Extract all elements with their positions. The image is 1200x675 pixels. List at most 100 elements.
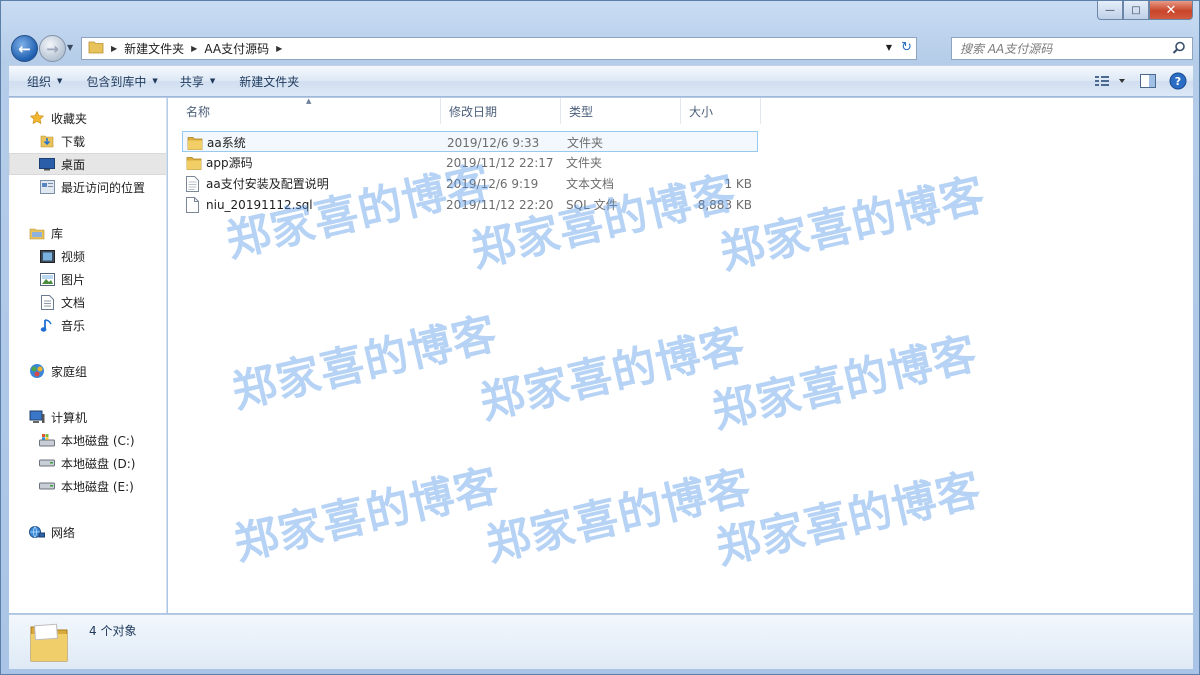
- maximize-button[interactable]: □: [1123, 1, 1149, 20]
- command-bar: 组织 ▼ 包含到库中 ▼ 共享 ▼ 新建文件夹 ?: [9, 65, 1193, 97]
- search-input[interactable]: 搜索 AA支付源码: [951, 37, 1193, 60]
- file-row[interactable]: aa支付安装及配置说明 2019/12/6 9:19 文本文档 1 KB: [182, 173, 758, 194]
- network-icon: [29, 524, 45, 540]
- nav-downloads[interactable]: 下载: [9, 130, 166, 152]
- breadcrumb-chevron-icon[interactable]: ▶: [276, 44, 282, 53]
- desktop-icon: [39, 156, 55, 172]
- nav-drive-c[interactable]: 本地磁盘 (C:): [9, 429, 166, 451]
- address-dropdown-icon[interactable]: ▼: [886, 43, 892, 52]
- include-in-library-button[interactable]: 包含到库中 ▼: [77, 66, 166, 96]
- breadcrumb-chevron-icon[interactable]: ▶: [111, 44, 117, 53]
- computer-icon: [29, 409, 45, 425]
- navigation-pane: 收藏夹 下载 桌面 最近访问的位置 库 视频 图片 文档 音乐 家庭组 计算机 …: [9, 98, 167, 613]
- preview-pane-icon[interactable]: [1137, 70, 1159, 92]
- column-header-date[interactable]: 修改日期: [441, 98, 561, 124]
- details-pane: 4 个对象: [9, 614, 1193, 669]
- star-icon: [29, 110, 45, 126]
- nav-label: 图片: [61, 272, 86, 287]
- breadcrumb-item[interactable]: 新建文件夹 ▶: [124, 40, 204, 57]
- breadcrumb-chevron-icon[interactable]: ▶: [191, 44, 197, 53]
- nav-libraries[interactable]: 库: [9, 222, 166, 244]
- nav-homegroup[interactable]: 家庭组: [9, 360, 166, 382]
- file-size: [682, 152, 752, 173]
- video-icon: [39, 248, 55, 264]
- back-button[interactable]: ←: [11, 35, 38, 62]
- nav-label: 下载: [61, 134, 86, 149]
- help-icon[interactable]: ?: [1167, 70, 1189, 92]
- nav-videos[interactable]: 视频: [9, 245, 166, 267]
- column-header-name[interactable]: 名称: [178, 98, 441, 124]
- nav-network[interactable]: 网络: [9, 521, 166, 543]
- homegroup-icon: [29, 363, 45, 379]
- share-button[interactable]: 共享 ▼: [171, 66, 224, 96]
- view-options-icon[interactable]: [1091, 70, 1129, 92]
- explorer-window: — □ ✕ ← → ▼ ▶ 新建文件夹 ▶ AA支付源码 ▶ ▼ ↻ 搜索 AA支付…: [0, 0, 1200, 675]
- nav-label: 视频: [61, 249, 86, 264]
- search-icon[interactable]: [1172, 41, 1186, 58]
- nav-label: 最近访问的位置: [61, 180, 146, 195]
- nav-label: 库: [51, 226, 64, 241]
- nav-documents[interactable]: 文档: [9, 291, 166, 313]
- column-header-type[interactable]: 类型: [561, 98, 681, 124]
- svg-text:?: ?: [1175, 75, 1181, 88]
- nav-desktop[interactable]: 桌面: [9, 153, 166, 175]
- sql-file-icon: [186, 194, 199, 215]
- recent-places-icon: [39, 179, 55, 195]
- file-size: 8,883 KB: [697, 197, 752, 212]
- chevron-down-icon: ▼: [152, 77, 158, 85]
- nav-computer[interactable]: 计算机: [9, 406, 166, 428]
- file-name: aa系统: [207, 136, 246, 150]
- file-type: SQL 文件: [566, 198, 618, 212]
- downloads-folder-icon: [39, 133, 55, 149]
- folder-icon: [186, 152, 202, 173]
- nav-label: 桌面: [61, 157, 86, 172]
- nav-drive-e[interactable]: 本地磁盘 (E:): [9, 475, 166, 497]
- folder-icon: [29, 621, 69, 666]
- nav-label: 收藏夹: [51, 111, 88, 126]
- nav-label: 音乐: [61, 318, 86, 333]
- column-header-size[interactable]: 大小: [681, 98, 761, 124]
- music-icon: [39, 317, 55, 333]
- system-drive-icon: [39, 432, 55, 448]
- file-row[interactable]: niu_20191112.sql 2019/11/12 22:20 SQL 文件 8,…: [182, 194, 758, 215]
- folder-icon: [187, 132, 203, 153]
- file-type: 文件夹: [567, 136, 604, 150]
- nav-label: 计算机: [51, 410, 88, 425]
- nav-pictures[interactable]: 图片: [9, 268, 166, 290]
- breadcrumb-item[interactable]: AA支付源码 ▶: [204, 40, 289, 57]
- file-list: ▲ 名称 修改日期 类型 大小 aa系统 2019/12/6 9:33 文件夹 app…: [168, 98, 1193, 613]
- nav-drive-d[interactable]: 本地磁盘 (D:): [9, 452, 166, 474]
- hard-drive-icon: [39, 455, 55, 471]
- nav-label: 文档: [61, 295, 86, 310]
- file-size: 1 KB: [724, 176, 752, 191]
- file-modified-date: 2019/12/6 9:19: [446, 176, 539, 191]
- file-type: 文本文档: [566, 177, 615, 191]
- address-bar[interactable]: ▶ 新建文件夹 ▶ AA支付源码 ▶ ▼ ↻: [81, 37, 917, 60]
- folder-icon: [88, 40, 104, 57]
- new-folder-button[interactable]: 新建文件夹: [230, 66, 308, 96]
- nav-label: 网络: [51, 525, 76, 540]
- recent-pages-dropdown[interactable]: ▼: [67, 43, 73, 52]
- nav-music[interactable]: 音乐: [9, 314, 166, 336]
- hard-drive-icon: [39, 478, 55, 494]
- forward-button[interactable]: →: [39, 35, 66, 62]
- refresh-icon[interactable]: ↻: [901, 40, 912, 55]
- organize-button[interactable]: 组织 ▼: [9, 66, 71, 96]
- caption-buttons: — □ ✕: [1097, 1, 1193, 20]
- nav-recent-places[interactable]: 最近访问的位置: [9, 176, 166, 198]
- nav-label: 本地磁盘 (D:): [61, 456, 136, 471]
- file-row[interactable]: aa系统 2019/12/6 9:33 文件夹: [182, 131, 758, 152]
- documents-icon: [39, 294, 55, 310]
- file-modified-date: 2019/11/12 22:20: [446, 197, 554, 212]
- item-count: 4 个对象: [89, 624, 137, 638]
- search-placeholder: 搜索 AA支付源码: [960, 42, 1053, 56]
- nav-label: 家庭组: [51, 364, 88, 379]
- pictures-icon: [39, 271, 55, 287]
- minimize-button[interactable]: —: [1097, 1, 1123, 20]
- file-row[interactable]: app源码 2019/11/12 22:17 文件夹: [182, 152, 758, 173]
- close-button[interactable]: ✕: [1149, 1, 1193, 20]
- file-modified-date: 2019/11/12 22:17: [446, 155, 554, 170]
- library-icon: [29, 225, 45, 241]
- text-file-icon: [186, 173, 199, 194]
- nav-favorites[interactable]: 收藏夹: [9, 107, 166, 129]
